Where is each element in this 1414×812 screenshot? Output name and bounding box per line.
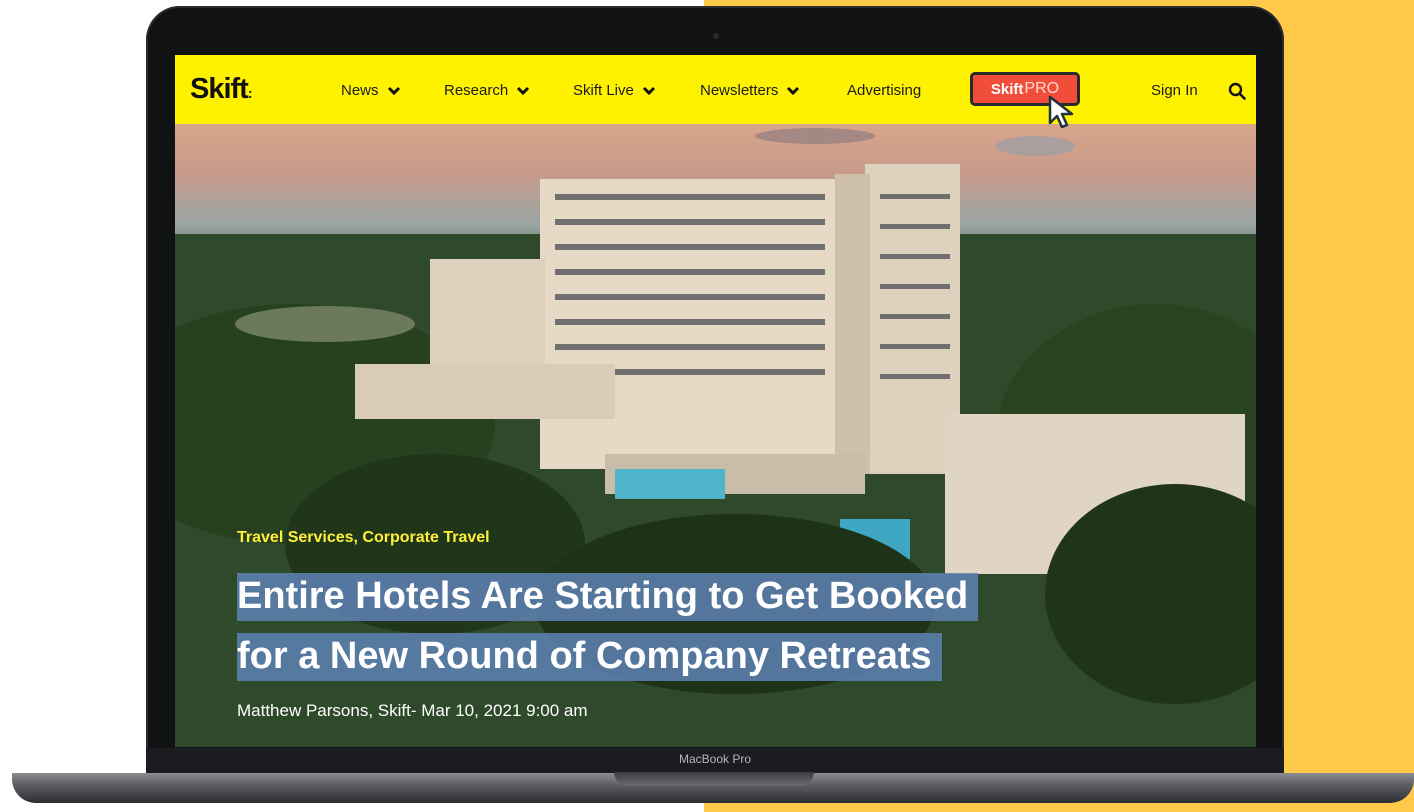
mouse-cursor-icon bbox=[1048, 95, 1074, 129]
search-icon[interactable] bbox=[1228, 82, 1246, 100]
nav-item-news[interactable]: News bbox=[341, 82, 401, 99]
nav-item-advertising[interactable]: Advertising bbox=[847, 82, 921, 99]
sign-in-link[interactable]: Sign In bbox=[1151, 82, 1198, 99]
nav-item-skift-live[interactable]: Skift Live bbox=[573, 82, 656, 99]
device-model-label: MacBook Pro bbox=[678, 752, 752, 766]
pro-button-brand: Skift bbox=[990, 80, 1024, 98]
laptop-hinge-notch bbox=[614, 772, 814, 786]
camera-icon bbox=[713, 33, 719, 39]
chevron-down-icon bbox=[642, 86, 655, 95]
headline-line-2: for a New Round of Company Retreats bbox=[237, 633, 942, 681]
nav-item-newsletters[interactable]: Newsletters bbox=[700, 82, 800, 99]
chevron-down-icon bbox=[517, 86, 530, 95]
nav-item-label: Newsletters bbox=[700, 82, 779, 99]
top-navbar: Skift: News Research Skift Live Newslett… bbox=[175, 55, 1256, 124]
skift-logo[interactable]: Skift: bbox=[190, 73, 252, 106]
laptop-screen: Skift: News Research Skift Live Newslett… bbox=[175, 55, 1256, 747]
article-headline[interactable]: Entire Hotels Are Starting to Get Booked… bbox=[237, 566, 1137, 686]
chevron-down-icon bbox=[787, 86, 800, 95]
nav-item-label: Advertising bbox=[847, 82, 922, 99]
chevron-down-icon bbox=[387, 86, 400, 95]
headline-line-1: Entire Hotels Are Starting to Get Booked bbox=[237, 573, 979, 621]
nav-item-label: Research bbox=[444, 82, 509, 99]
nav-item-label: Skift Live bbox=[573, 82, 634, 99]
article-byline: Matthew Parsons, Skift- Mar 10, 2021 9:0… bbox=[237, 701, 588, 720]
nav-item-label: News bbox=[341, 82, 379, 99]
article-categories[interactable]: Travel Services, Corporate Travel bbox=[237, 529, 490, 547]
nav-item-research[interactable]: Research bbox=[444, 82, 530, 99]
